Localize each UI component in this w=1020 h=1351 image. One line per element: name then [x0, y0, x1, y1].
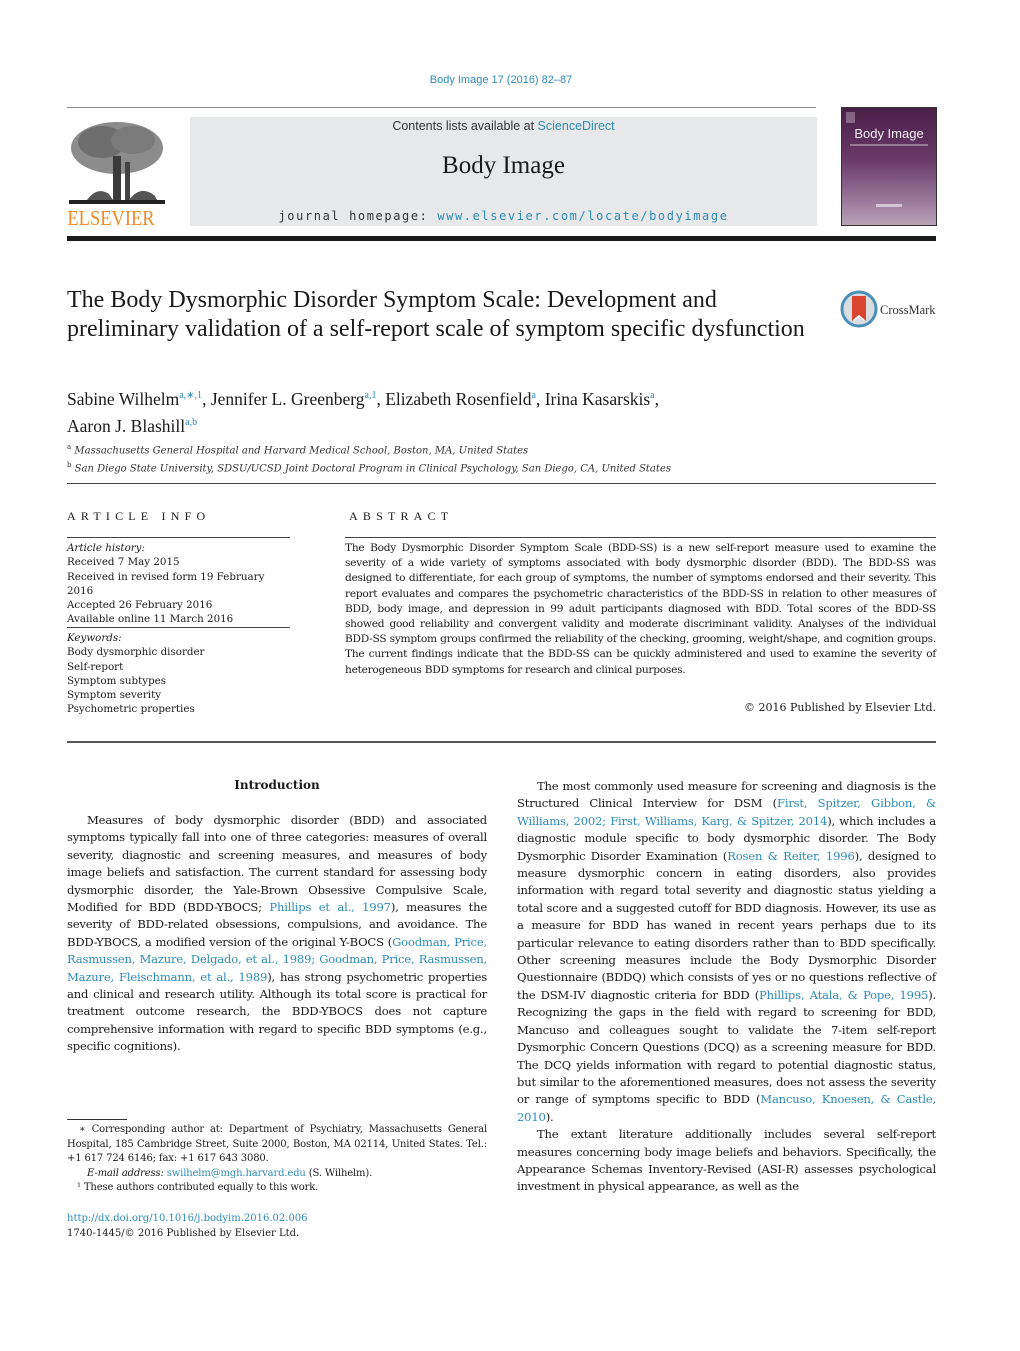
author-separator: ,: [535, 389, 545, 409]
author-separator: ,: [202, 389, 211, 409]
issn-line: 1740-1445/© 2016 Published by Elsevier L…: [67, 1227, 300, 1239]
body-paragraph: The most commonly used measure for scree…: [517, 778, 936, 1126]
history-item: Available online 11 March 2016: [67, 613, 234, 626]
journal-reference-link[interactable]: Body Image 17 (2016) 82–87: [0, 74, 1002, 86]
body-paragraph: Measures of body dysmorphic disorder (BD…: [67, 812, 487, 1056]
affiliation-text: San Diego State University, SDSU/UCSD Jo…: [74, 463, 671, 475]
cover-subtitle-bar: [850, 144, 928, 146]
affiliation-item: b San Diego State University, SDSU/UCSD …: [67, 458, 867, 476]
keywords-divider: [67, 627, 290, 628]
affiliation-item: a Massachusetts General Hospital and Har…: [67, 440, 867, 458]
body-column-left: Measures of body dysmorphic disorder (BD…: [67, 812, 487, 1056]
paragraph-text: The extant literature additionally inclu…: [517, 1127, 936, 1194]
article-info-heading: ARTICLE INFO: [67, 509, 211, 523]
header-divider: [67, 107, 816, 108]
keywords-label: Keywords:: [67, 632, 122, 644]
email-suffix: (S. Wilhelm).: [305, 1167, 373, 1179]
keyword-item: Psychometric properties: [67, 703, 195, 716]
doi-link[interactable]: http://dx.doi.org/10.1016/j.bodyim.2016.…: [67, 1212, 487, 1227]
journal-cover-thumbnail[interactable]: Body Image: [841, 107, 937, 226]
footnote-corresponding-author: ∗ Corresponding author at: Department of…: [67, 1124, 487, 1164]
contents-line: Contents lists available at ScienceDirec…: [190, 119, 817, 133]
masthead-divider: [67, 236, 936, 241]
paragraph-text: Measures of body dysmorphic disorder (BD…: [67, 813, 487, 915]
abstract-copyright: © 2016 Published by Elsevier Ltd.: [743, 701, 936, 714]
author-list: Sabine Wilhelma,∗,1, Jennifer L. Greenbe…: [67, 384, 867, 438]
journal-homepage-line: journal homepage: www.elsevier.com/locat…: [190, 209, 817, 223]
article-info-divider: [67, 537, 290, 538]
crossmark-badge[interactable]: CrossMark: [840, 290, 940, 330]
keywords: Keywords: Body dysmorphic disorder Self-…: [67, 631, 292, 717]
title-divider: [67, 483, 936, 484]
cover-publisher-icon: [846, 112, 855, 123]
email-label: E-mail address:: [87, 1167, 167, 1179]
email-link[interactable]: swilhelm@mgh.harvard.edu: [167, 1168, 306, 1179]
affiliations: a Massachusetts General Hospital and Har…: [67, 440, 867, 477]
sciencedirect-link[interactable]: ScienceDirect: [538, 119, 615, 133]
abstract-heading: ABSTRACT: [349, 509, 454, 523]
author-name: Sabine Wilhelm: [67, 389, 180, 409]
history-item: Received 7 May 2015: [67, 556, 180, 569]
keyword-item: Symptom subtypes: [67, 674, 167, 687]
history-item: Received in revised form 19 February 201…: [67, 570, 265, 597]
elsevier-tree-icon: [69, 122, 165, 204]
footnote-divider: [67, 1119, 127, 1120]
citation-link[interactable]: Phillips et al., 1997: [269, 900, 391, 914]
author-affiliation-mark[interactable]: a,1: [365, 390, 377, 401]
paragraph-text: ), designed to measure dysmorphic concer…: [517, 848, 937, 1002]
article-title: The Body Dysmorphic Disorder Symptom Sca…: [67, 287, 805, 342]
doi-block: http://dx.doi.org/10.1016/j.bodyim.2016.…: [67, 1212, 487, 1241]
article-history: Article history: Received 7 May 2015 Rec…: [67, 541, 292, 627]
contents-prefix: Contents lists available at: [392, 119, 538, 133]
crossmark-label: CrossMark: [880, 303, 936, 317]
elsevier-logo: ELSEVIER: [67, 116, 167, 230]
author-name: Aaron J. Blashill: [67, 416, 186, 436]
footnote-equal-contribution: ¹ These authors contributed equally to t…: [77, 1182, 319, 1193]
keyword-item: Body dysmorphic disorder: [67, 646, 205, 659]
homepage-prefix: journal homepage:: [278, 209, 438, 223]
author-name: Elizabeth Rosenfield: [385, 389, 532, 409]
paragraph-text: ). Recognizing the gaps in the field wit…: [517, 987, 936, 1107]
abstract-divider: [345, 537, 936, 538]
citation-link[interactable]: Rosen & Reiter, 1996: [727, 849, 855, 863]
author-name: Jennifer L. Greenberg: [210, 389, 365, 409]
paragraph-text: ).: [545, 1109, 554, 1124]
cover-editor-bar: [876, 204, 902, 207]
history-item: Accepted 26 February 2016: [67, 599, 213, 612]
author-separator: ,: [376, 389, 386, 409]
elsevier-wordmark: ELSEVIER: [67, 206, 155, 230]
cover-title: Body Image: [854, 126, 924, 141]
author-affiliation-mark[interactable]: a,b: [185, 417, 197, 428]
crossmark-icon: [840, 290, 878, 328]
affiliation-mark: a: [67, 443, 72, 451]
article-history-label: Article history:: [67, 542, 145, 554]
body-paragraph: The extant literature additionally inclu…: [517, 1126, 936, 1196]
journal-title: Body Image: [442, 152, 565, 179]
affiliation-text: Massachusetts General Hospital and Harva…: [74, 445, 529, 457]
footnotes: ∗ Corresponding author at: Department of…: [67, 1123, 487, 1196]
body-column-right: The most commonly used measure for scree…: [517, 778, 936, 1196]
abstract-text: The Body Dysmorphic Disorder Symptom Sca…: [345, 542, 936, 676]
keyword-item: Self-report: [67, 660, 124, 673]
author-separator: ,: [654, 389, 659, 409]
footnote-email: E-mail address: swilhelm@mgh.harvard.edu…: [67, 1167, 487, 1182]
keyword-item: Symptom severity: [67, 689, 162, 702]
author-affiliation-mark[interactable]: a,∗,1: [179, 390, 202, 401]
section-heading-introduction: Introduction: [234, 778, 320, 792]
abstract-end-divider: [67, 741, 936, 743]
author-name: Irina Kasarskis: [544, 389, 651, 409]
journal-homepage-link[interactable]: www.elsevier.com/locate/bodyimage: [437, 209, 728, 223]
citation-link[interactable]: Phillips, Atala, & Pope, 1995: [759, 988, 928, 1002]
affiliation-mark: b: [67, 461, 72, 470]
